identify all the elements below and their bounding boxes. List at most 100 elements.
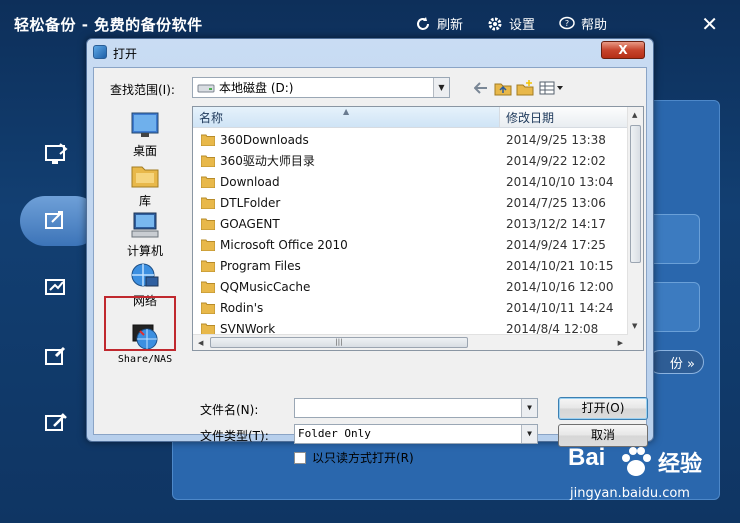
paw-logo-icon: [622, 447, 651, 476]
up-folder-button[interactable]: [494, 79, 512, 97]
file-rows: 360Downloads 2014/9/25 13:38 360驱动大师目录 201…: [193, 129, 628, 339]
side-restore-icon[interactable]: [42, 274, 72, 302]
desktop-icon: [129, 110, 161, 140]
refresh-label: 刷新: [437, 18, 464, 33]
chevron-down-icon[interactable]: ▼: [433, 78, 449, 97]
list-item[interactable]: Download 2014/10/10 13:04: [193, 171, 628, 192]
scroll-up-icon[interactable]: ▲: [632, 111, 637, 119]
watermark-brand: Bai: [568, 444, 606, 471]
file-date: 2014/9/22 12:02: [506, 153, 606, 168]
sort-ascending-icon: ▲: [343, 107, 350, 116]
file-name: Microsoft Office 2010: [220, 237, 348, 252]
folder-icon: [201, 134, 215, 146]
list-item[interactable]: 360Downloads 2014/9/25 13:38: [193, 129, 628, 150]
baidu-watermark: Bai 经验 jingyan.baidu.com: [562, 440, 732, 518]
view-menu-button[interactable]: [538, 79, 566, 97]
horizontal-scroll-thumb[interactable]: |||: [210, 337, 468, 348]
dialog-close-button[interactable]: X: [601, 41, 645, 59]
gear-icon: [488, 17, 502, 30]
folder-icon: [201, 281, 215, 293]
file-name: QQMusicCache: [220, 279, 311, 294]
place-share-nas-label: Share/NAS: [117, 354, 173, 365]
new-folder-icon: [516, 80, 534, 96]
refresh-button[interactable]: 刷新: [415, 14, 463, 33]
filetype-dropdown-icon[interactable]: ▼: [521, 425, 537, 443]
next-button[interactable]: 份 »: [648, 350, 704, 374]
back-button[interactable]: [472, 79, 490, 97]
filetype-value: Folder Only: [298, 427, 371, 440]
file-date: 2014/10/11 14:24: [506, 300, 614, 315]
dialog-titlebar[interactable]: 打开 X: [87, 39, 653, 65]
help-icon: ?: [559, 16, 575, 29]
column-date-label: 修改日期: [506, 110, 555, 125]
filename-dropdown-icon[interactable]: ▼: [521, 399, 537, 417]
app-close-button[interactable]: ✕: [701, 12, 718, 36]
watermark-text: 经验: [658, 452, 703, 477]
file-date: 2014/10/10 13:04: [506, 174, 614, 189]
folder-icon: [201, 218, 215, 230]
look-in-value: 本地磁盘 (D:): [219, 81, 294, 95]
look-in-dropdown[interactable]: 本地磁盘 (D:) ▼: [192, 77, 450, 98]
help-button[interactable]: ? 帮助: [559, 14, 607, 33]
svg-text:?: ?: [565, 19, 569, 28]
open-file-dialog: 打开 X 查找范围(I): 本地磁盘 (D:) ▼ 桌面 库 计算机 网络 Sh…: [86, 38, 654, 465]
place-library[interactable]: 库: [104, 160, 186, 210]
filename-input[interactable]: ▼: [294, 398, 538, 418]
folder-icon: [201, 176, 215, 188]
file-name: GOAGENT: [220, 216, 280, 231]
file-name: Program Files: [220, 258, 301, 273]
place-desktop[interactable]: 桌面: [104, 110, 186, 160]
folder-icon: [201, 302, 215, 314]
refresh-icon: [417, 16, 429, 30]
list-item[interactable]: Microsoft Office 2010 2014/9/24 17:25: [193, 234, 628, 255]
filetype-select[interactable]: Folder Only ▼: [294, 424, 538, 444]
settings-button[interactable]: 设置: [487, 14, 535, 33]
file-name: 360驱动大师目录: [220, 154, 315, 168]
share-nas-highlight-box: [104, 296, 176, 351]
vertical-scroll-thumb[interactable]: [630, 125, 641, 263]
list-item[interactable]: Rodin's 2014/10/11 14:24: [193, 297, 628, 318]
column-header-date[interactable]: 修改日期: [500, 107, 628, 128]
computer-icon: [129, 210, 161, 240]
list-item[interactable]: 360驱动大师目录 2014/9/22 12:02: [193, 150, 628, 171]
list-item[interactable]: QQMusicCache 2014/10/16 12:00: [193, 276, 628, 297]
network-icon: [129, 260, 161, 290]
new-folder-button[interactable]: [516, 79, 534, 97]
list-item[interactable]: GOAGENT 2013/12/2 14:17: [193, 213, 628, 234]
dialog-title: 打开: [113, 47, 138, 61]
filetype-label: 文件类型(T):: [200, 429, 269, 443]
side-home-icon[interactable]: [42, 140, 72, 168]
file-name: DTLFolder: [220, 195, 281, 210]
scroll-down-icon[interactable]: ▼: [632, 322, 637, 330]
place-desktop-label: 桌面: [132, 144, 157, 158]
folder-icon: [201, 155, 215, 167]
list-item[interactable]: DTLFolder 2014/7/25 13:06: [193, 192, 628, 213]
list-item[interactable]: Program Files 2014/10/21 10:15: [193, 255, 628, 276]
folder-icon: [201, 197, 215, 209]
view-grid-icon: [539, 81, 563, 95]
settings-label: 设置: [509, 18, 536, 33]
place-library-label: 库: [138, 194, 151, 208]
drive-icon: [197, 84, 215, 92]
readonly-label: 以只读方式打开(R): [312, 451, 414, 465]
side-tools-icon[interactable]: [42, 342, 72, 370]
library-icon: [129, 160, 161, 190]
file-date: 2013/12/2 14:17: [506, 216, 606, 231]
file-list-view: 名称 ▲ 修改日期 360Downloads 2014/9/25 13:38 36…: [192, 106, 644, 351]
scroll-right-icon[interactable]: ▶: [618, 339, 623, 347]
folder-icon: [201, 239, 215, 251]
readonly-checkbox[interactable]: [294, 451, 306, 464]
vertical-scrollbar[interactable]: ▲ ▼: [627, 107, 643, 350]
readonly-option[interactable]: 以只读方式打开(R): [294, 449, 414, 466]
column-header-name[interactable]: 名称 ▲: [193, 107, 500, 128]
horizontal-scrollbar[interactable]: ◀ ||| ▶: [193, 334, 628, 350]
side-utilities-icon[interactable]: [42, 408, 72, 436]
side-backup-icon: [42, 206, 72, 234]
file-date: 2014/10/16 12:00: [506, 279, 614, 294]
open-button[interactable]: 打开(O): [558, 397, 648, 420]
scroll-left-icon[interactable]: ◀: [198, 339, 203, 347]
dialog-body: 查找范围(I): 本地磁盘 (D:) ▼ 桌面 库 计算机 网络 Share/N…: [93, 67, 648, 465]
folder-icon: [201, 260, 215, 272]
place-computer[interactable]: 计算机: [104, 210, 186, 260]
file-date: 2014/9/24 17:25: [506, 237, 606, 252]
